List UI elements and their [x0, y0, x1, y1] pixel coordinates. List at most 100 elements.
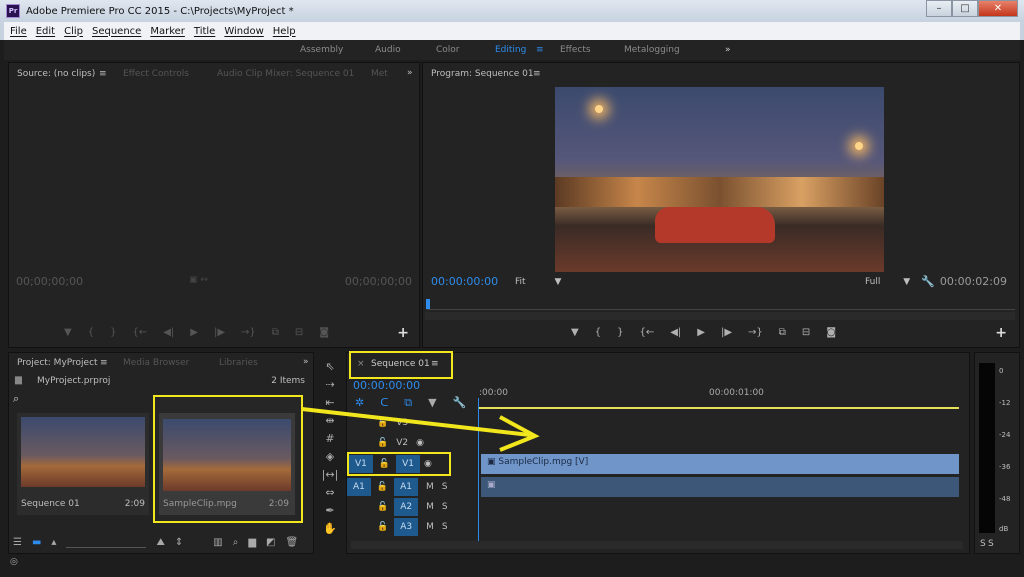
track-select-tool-icon[interactable]: ⇢ [325, 378, 334, 391]
close-button[interactable]: ✕ [978, 0, 1018, 17]
tab-libraries[interactable]: Libraries [219, 358, 258, 368]
project-item-sequence[interactable]: Sequence 01 2:09 [17, 413, 149, 515]
icon-view-icon[interactable]: ▬ [32, 537, 41, 548]
automate-icon[interactable]: ⇕ [175, 537, 183, 548]
step-forward-icon[interactable]: |▶ [721, 327, 732, 338]
extract-icon[interactable]: ⊟ [802, 327, 810, 338]
storyboard-icon[interactable]: ▥ [213, 537, 222, 548]
workspace-menu-icon[interactable]: ≡ [536, 45, 544, 55]
panel-menu-icon[interactable]: ≡ [100, 358, 108, 368]
menu-clip[interactable]: Clip [64, 26, 83, 37]
add-marker-icon[interactable]: ▼ [571, 327, 579, 338]
workspace-metalogging[interactable]: Metalogging [624, 45, 680, 55]
play-icon[interactable]: ▶ [190, 327, 198, 338]
tab-project[interactable]: Project: MyProject [17, 358, 98, 368]
workspace-audio[interactable]: Audio [375, 45, 401, 55]
lock-icon[interactable]: 🔓 [377, 482, 388, 492]
search-icon[interactable]: ⌕ [13, 392, 19, 406]
track-target-a2[interactable]: A2 [394, 498, 419, 516]
playhead-icon[interactable] [426, 299, 430, 309]
solo-right-button[interactable]: S [988, 539, 994, 549]
zoom-out-icon[interactable]: ▴ [51, 537, 56, 548]
creative-cloud-icon[interactable]: ◎ [10, 557, 18, 567]
source-patch-a1[interactable]: A1 [347, 478, 371, 496]
menu-title[interactable]: Title [194, 26, 215, 37]
export-frame-icon[interactable]: ◙ [319, 327, 329, 338]
menu-help[interactable]: Help [273, 26, 296, 37]
overwrite-icon[interactable]: ⊟ [295, 327, 303, 338]
zoom-level-dropdown[interactable]: Fit ▼ [515, 277, 561, 287]
add-button-icon[interactable]: + [397, 325, 409, 341]
tab-sequence-01[interactable]: × Sequence 01 ≡ [349, 351, 453, 379]
add-button-icon[interactable]: + [995, 325, 1007, 341]
mute-button[interactable]: M [426, 522, 434, 532]
track-target-a1[interactable]: A1 [394, 478, 418, 496]
lock-icon[interactable]: 🔓 [377, 502, 388, 512]
menu-sequence[interactable]: Sequence [92, 26, 141, 37]
program-video-frame[interactable] [555, 87, 884, 272]
slip-tool-icon[interactable]: |↔| [322, 468, 339, 481]
time-ruler[interactable] [427, 309, 1015, 310]
tab-effect-controls[interactable]: Effect Controls [123, 69, 189, 79]
go-to-in-icon[interactable]: {← [639, 327, 654, 338]
hand-tool-icon[interactable]: ✋ [323, 522, 337, 535]
mark-out-icon[interactable]: } [110, 327, 116, 338]
workspace-assembly[interactable]: Assembly [300, 45, 343, 55]
menu-window[interactable]: Window [224, 26, 263, 37]
step-back-icon[interactable]: ◀| [163, 327, 174, 338]
mark-out-icon[interactable]: } [617, 327, 623, 338]
solo-button[interactable]: S [442, 482, 448, 492]
list-view-icon[interactable]: ☰ [13, 537, 22, 548]
close-tab-icon[interactable]: × [357, 359, 365, 369]
lift-icon[interactable]: ⧉ [779, 327, 786, 338]
tab-program[interactable]: Program: Sequence 01 [431, 69, 534, 79]
program-playhead-timecode[interactable]: 00:00:00:00 [431, 275, 498, 288]
tab-media-browser[interactable]: Media Browser [123, 358, 189, 368]
timeline-scroll-bar[interactable] [351, 541, 963, 549]
zoom-slider[interactable] [66, 537, 147, 548]
mark-in-icon[interactable]: { [595, 327, 601, 338]
lock-icon[interactable]: 🔓 [377, 522, 388, 532]
insert-icon[interactable]: ⧉ [272, 327, 279, 338]
trash-icon[interactable]: 🗑 [285, 537, 298, 548]
solo-button[interactable]: S [442, 522, 448, 532]
mute-button[interactable]: M [426, 482, 434, 492]
mute-button[interactable]: M [426, 502, 434, 512]
mark-in-icon[interactable]: { [88, 327, 94, 338]
sort-icons-icon[interactable]: ⛰ [156, 537, 164, 548]
slide-tool-icon[interactable]: ⇔ [325, 486, 334, 499]
go-to-out-icon[interactable]: →} [241, 327, 256, 338]
go-to-out-icon[interactable]: →} [748, 327, 763, 338]
new-bin-icon[interactable]: ▆ [248, 537, 256, 548]
workspace-color[interactable]: Color [436, 45, 460, 55]
panel-menu-icon[interactable]: ≡ [533, 69, 541, 79]
selection-tool-icon[interactable]: ⇖ [325, 360, 334, 373]
add-marker-icon[interactable]: ▼ [64, 327, 72, 338]
find-icon[interactable]: ⌕ [233, 537, 239, 548]
track-target-v1[interactable]: V1 [396, 455, 420, 473]
drag-video-icon[interactable]: ▣ ↔ [189, 275, 208, 285]
zoom-scroll-bar[interactable] [425, 312, 1015, 320]
step-back-icon[interactable]: ◀| [670, 327, 681, 338]
workspace-effects[interactable]: Effects [560, 45, 591, 55]
lock-icon[interactable]: 🔓 [379, 459, 390, 469]
menu-edit[interactable]: Edit [36, 26, 55, 37]
export-frame-icon[interactable]: ◙ [826, 327, 836, 338]
menu-marker[interactable]: Marker [150, 26, 185, 37]
video-clip[interactable]: ▣ SampleClip.mpg [V] [481, 454, 959, 474]
source-patch-v1[interactable]: V1 [349, 455, 373, 473]
tabs-overflow-button[interactable]: » [407, 68, 413, 78]
tab-metadata[interactable]: Met [371, 69, 388, 79]
wrench-icon[interactable]: 🔧 [921, 275, 935, 288]
workspace-overflow-button[interactable]: » [725, 45, 731, 55]
minimize-button[interactable]: – [926, 0, 952, 17]
solo-button[interactable]: S [442, 502, 448, 512]
project-item-sampleclip[interactable]: SampleClip.mpg 2:09 [153, 395, 303, 523]
pen-tool-icon[interactable]: ✒ [325, 504, 334, 517]
maximize-button[interactable]: □ [952, 0, 978, 17]
work-area-bar[interactable] [479, 407, 959, 409]
step-forward-icon[interactable]: |▶ [214, 327, 225, 338]
panel-menu-icon[interactable]: ≡ [431, 359, 439, 369]
workspace-editing[interactable]: Editing [495, 45, 526, 55]
solo-left-button[interactable]: S [980, 539, 986, 549]
